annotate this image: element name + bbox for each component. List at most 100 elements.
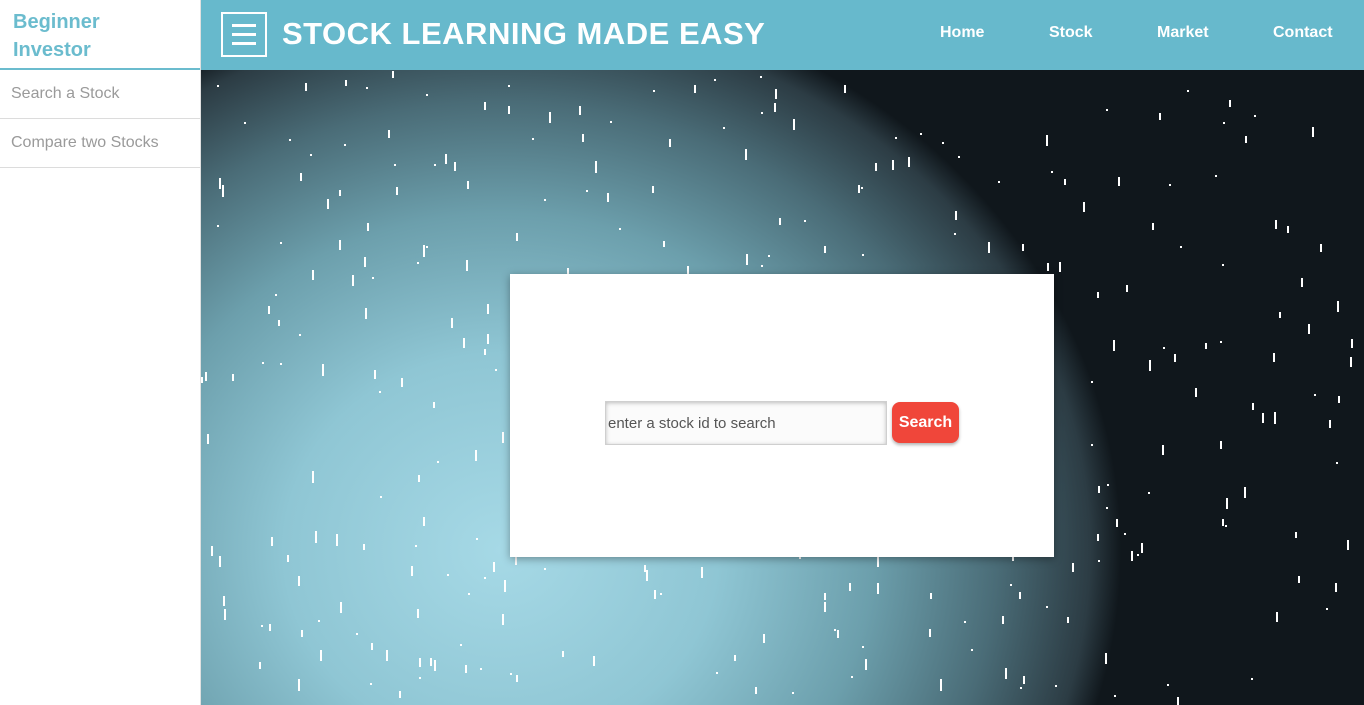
- rain-drop: [549, 112, 551, 123]
- nav-market-link[interactable]: Market: [1157, 24, 1209, 42]
- rain-drop: [619, 228, 621, 230]
- rain-drop: [399, 691, 401, 698]
- rain-drop: [280, 242, 282, 244]
- rain-drop: [312, 270, 314, 280]
- rain-drop: [339, 240, 341, 250]
- rain-drop: [278, 320, 280, 326]
- rain-drop: [207, 434, 209, 444]
- rain-drop: [344, 144, 346, 146]
- rain-drop: [467, 181, 469, 189]
- rain-drop: [460, 644, 462, 646]
- rain-drop: [434, 164, 436, 166]
- search-button[interactable]: Search: [892, 402, 959, 443]
- rain-drop: [760, 76, 762, 78]
- rain-drop: [451, 318, 453, 328]
- rain-drop: [746, 254, 748, 265]
- rain-drop: [607, 193, 609, 202]
- rain-drop: [1220, 441, 1222, 449]
- rain-drop: [930, 593, 932, 599]
- rain-drop: [988, 242, 990, 253]
- rain-drop: [367, 223, 369, 231]
- rain-drop: [269, 624, 271, 631]
- rain-drop: [1337, 301, 1339, 312]
- rain-drop: [1279, 312, 1281, 318]
- rain-drop: [1195, 388, 1197, 397]
- rain-drop: [824, 602, 826, 612]
- rain-drop: [299, 334, 301, 336]
- rain-drop: [1118, 177, 1120, 186]
- rain-drop: [502, 432, 504, 443]
- rain-drop: [301, 630, 303, 637]
- rain-drop: [1149, 360, 1151, 371]
- header-bar: STOCK LEARNING MADE EASY Home Stock Mark…: [201, 0, 1364, 70]
- rain-drop: [463, 338, 465, 348]
- rain-drop: [595, 161, 597, 173]
- rain-drop: [475, 450, 477, 461]
- rain-drop: [1107, 484, 1109, 486]
- rain-drop: [582, 134, 584, 142]
- rain-drop: [419, 658, 421, 667]
- brand-logo[interactable]: Beginner Investor: [0, 0, 200, 70]
- rain-drop: [1055, 685, 1057, 687]
- rain-drop: [495, 369, 497, 371]
- rain-drop: [958, 156, 960, 158]
- rain-drop: [774, 103, 776, 112]
- sidebar-item-search-stock[interactable]: Search a Stock: [0, 70, 200, 119]
- rain-drop: [396, 187, 398, 195]
- rain-drop: [262, 362, 264, 364]
- nav-home-link[interactable]: Home: [940, 24, 984, 42]
- rain-drop: [1180, 246, 1182, 248]
- rain-drop: [734, 655, 736, 661]
- rain-drop: [653, 90, 655, 92]
- nav-stock-link[interactable]: Stock: [1049, 24, 1093, 42]
- rain-drop: [1312, 127, 1314, 137]
- rain-drop: [1163, 347, 1165, 349]
- rain-drop: [851, 676, 853, 678]
- rain-drop: [434, 660, 436, 671]
- rain-drop: [586, 190, 588, 192]
- rain-drop: [1222, 264, 1224, 266]
- rain-drop: [1059, 262, 1061, 272]
- rain-drop: [644, 565, 646, 572]
- rain-drop: [1131, 551, 1133, 561]
- rain-drop: [480, 668, 482, 670]
- rain-drop: [877, 556, 879, 567]
- rain-drop: [920, 133, 922, 135]
- rain-drop: [1177, 697, 1179, 705]
- rain-drop: [423, 517, 425, 526]
- rain-drop: [761, 112, 763, 114]
- hamburger-menu-icon[interactable]: [221, 12, 267, 57]
- rain-drop: [1126, 285, 1128, 292]
- rain-drop: [1106, 507, 1108, 509]
- rain-drop: [663, 241, 665, 247]
- rain-drop: [268, 306, 270, 314]
- rain-drop: [1010, 584, 1012, 586]
- rain-drop: [201, 377, 203, 383]
- rain-drop: [1350, 357, 1352, 367]
- rain-drop: [219, 178, 221, 189]
- rain-drop: [610, 121, 612, 123]
- rain-drop: [426, 246, 428, 248]
- rain-drop: [1351, 339, 1353, 348]
- rain-drop: [1116, 519, 1118, 527]
- rain-drop: [318, 620, 320, 622]
- rain-drop: [669, 139, 671, 147]
- rain-drop: [942, 142, 944, 144]
- rain-drop: [1072, 563, 1074, 572]
- rain-drop: [745, 149, 747, 160]
- rain-drop: [1187, 90, 1189, 92]
- rain-drop: [1329, 420, 1331, 428]
- stock-search-input[interactable]: [605, 401, 887, 445]
- sidebar-item-compare-stocks[interactable]: Compare two Stocks: [0, 119, 200, 168]
- rain-drop: [465, 665, 467, 673]
- rain-drop: [834, 629, 836, 631]
- rain-drop: [1347, 540, 1349, 550]
- rain-drop: [484, 349, 486, 355]
- rain-drop: [454, 162, 456, 171]
- rain-drop: [417, 262, 419, 264]
- rain-drop: [895, 137, 897, 139]
- rain-drop: [1051, 171, 1053, 173]
- nav-contact-link[interactable]: Contact: [1273, 24, 1333, 42]
- rain-drop: [654, 590, 656, 599]
- rain-drop: [1167, 684, 1169, 686]
